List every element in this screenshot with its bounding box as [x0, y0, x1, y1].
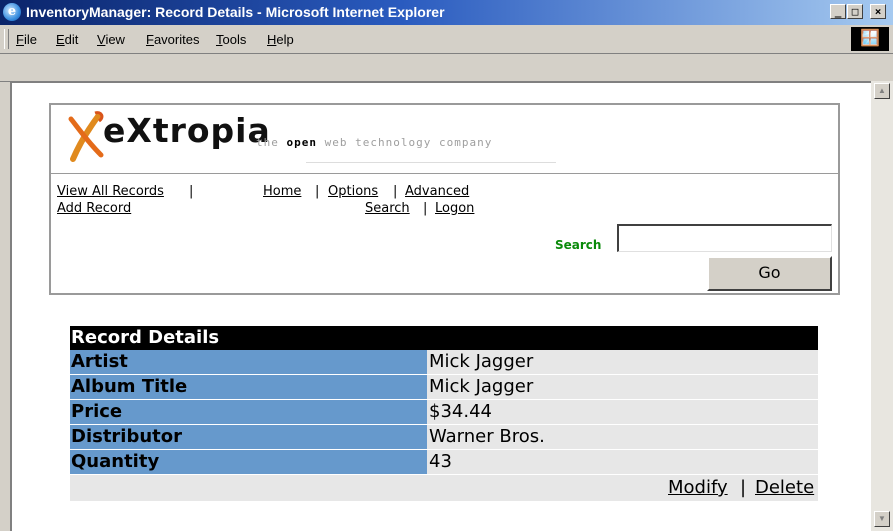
- field-label: Quantity: [70, 450, 427, 474]
- toolbar-grip[interactable]: [4, 29, 9, 49]
- record-details-table: Record Details Artist Mick Jagger Album …: [70, 326, 818, 501]
- logo-wordmark: eXtropia: [103, 111, 271, 150]
- field-value: Warner Bros.: [427, 425, 818, 449]
- table-row: Price $34.44: [70, 400, 818, 425]
- menu-help[interactable]: Help: [267, 32, 294, 47]
- field-label: Price: [70, 400, 427, 424]
- field-value: Mick Jagger: [427, 375, 818, 399]
- field-label: Distributor: [70, 425, 427, 449]
- go-button[interactable]: Go: [707, 256, 832, 291]
- header-divider: [51, 173, 838, 174]
- tagline-rest: web technology company: [317, 136, 493, 149]
- modify-link[interactable]: Modify: [668, 477, 728, 498]
- advanced-search-link-2[interactable]: Search: [365, 201, 410, 216]
- minimize-button[interactable]: _: [830, 4, 846, 19]
- table-row: Artist Mick Jagger: [70, 350, 818, 375]
- menu-file[interactable]: File: [16, 32, 37, 47]
- home-link[interactable]: Home: [263, 184, 301, 199]
- extropia-logo-icon: [68, 111, 104, 162]
- field-value: $34.44: [427, 400, 818, 424]
- tagline-underline: [306, 162, 556, 163]
- title-bar: e InventoryManager: Record Details - Mic…: [0, 0, 893, 25]
- toolbar-area: [0, 63, 893, 82]
- nav-separator: |: [393, 184, 398, 199]
- close-button[interactable]: ×: [870, 4, 886, 19]
- tagline: the open web technology company: [256, 136, 492, 149]
- action-separator: |: [740, 477, 747, 498]
- field-value: 43: [427, 450, 818, 474]
- add-record-link[interactable]: Add Record: [57, 201, 131, 216]
- advanced-search-link[interactable]: Advanced: [405, 184, 469, 199]
- menu-tools[interactable]: Tools: [216, 32, 246, 47]
- menu-bar: File Edit View Favorites Tools Help 🪟: [0, 25, 893, 54]
- record-actions: Modify | Delete: [70, 475, 818, 501]
- logon-link[interactable]: Logon: [435, 201, 474, 216]
- scroll-up-arrow-icon[interactable]: ▲: [874, 83, 890, 99]
- delete-link[interactable]: Delete: [755, 477, 814, 498]
- internet-explorer-icon[interactable]: e: [3, 3, 21, 21]
- field-label: Artist: [70, 350, 427, 374]
- tagline-prefix: the: [256, 136, 287, 149]
- search-input[interactable]: [617, 224, 832, 252]
- table-row: Album Title Mick Jagger: [70, 375, 818, 400]
- table-row: Distributor Warner Bros.: [70, 425, 818, 450]
- table-row: Quantity 43: [70, 450, 818, 475]
- options-link[interactable]: Options: [328, 184, 378, 199]
- field-label: Album Title: [70, 375, 427, 399]
- scroll-down-arrow-icon[interactable]: ▼: [874, 511, 890, 527]
- record-details-heading: Record Details: [70, 326, 818, 350]
- nav-separator: |: [315, 184, 320, 199]
- windows-logo-icon: 🪟: [851, 27, 889, 51]
- tagline-bold: open: [286, 136, 317, 149]
- nav-separator: |: [189, 184, 194, 199]
- menu-view[interactable]: View: [97, 32, 125, 47]
- field-value: Mick Jagger: [427, 350, 818, 374]
- maximize-button[interactable]: □: [847, 4, 863, 19]
- site-header: eXtropia the open web technology company…: [49, 103, 840, 295]
- view-all-records-link[interactable]: View All Records: [57, 184, 164, 199]
- search-label: Search: [555, 238, 602, 252]
- window-title: InventoryManager: Record Details - Micro…: [26, 4, 445, 20]
- vertical-scrollbar[interactable]: ▲ ▼: [871, 81, 893, 531]
- nav-separator: |: [423, 201, 428, 216]
- menu-edit[interactable]: Edit: [56, 32, 78, 47]
- menu-favorites[interactable]: Favorites: [146, 32, 199, 47]
